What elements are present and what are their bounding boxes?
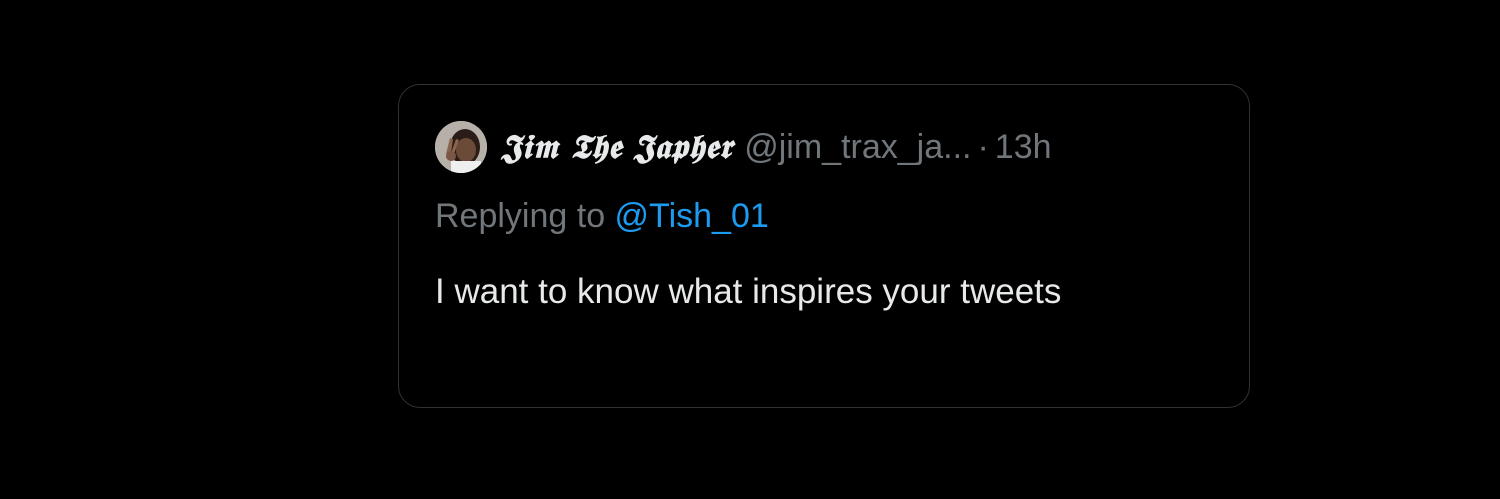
avatar-image [435,121,487,173]
tweet-text: I want to know what inspires your tweets [435,272,1062,311]
separator-dot: · [977,127,989,166]
avatar[interactable] [435,121,487,173]
quoted-tweet-card[interactable]: 𝕵𝖎𝖒 𝕿𝖍𝖊 𝕵𝖆𝖕𝖍𝖊𝖗 @jim_trax_ja... · 13h Rep… [398,84,1250,408]
replying-to-label: Replying to [435,197,615,235]
author-handle[interactable]: @jim_trax_ja... [744,128,971,167]
replying-to: Replying to @Tish_01 [435,197,769,236]
tweet-header: 𝕵𝖎𝖒 𝕿𝖍𝖊 𝕵𝖆𝖕𝖍𝖊𝖗 @jim_trax_ja... · 13h [435,119,1052,175]
author-display-name[interactable]: 𝕵𝖎𝖒 𝕿𝖍𝖊 𝕵𝖆𝖕𝖍𝖊𝖗 [501,127,732,167]
reply-handle-link[interactable]: @Tish_01 [615,197,769,235]
timestamp[interactable]: 13h [995,128,1052,167]
